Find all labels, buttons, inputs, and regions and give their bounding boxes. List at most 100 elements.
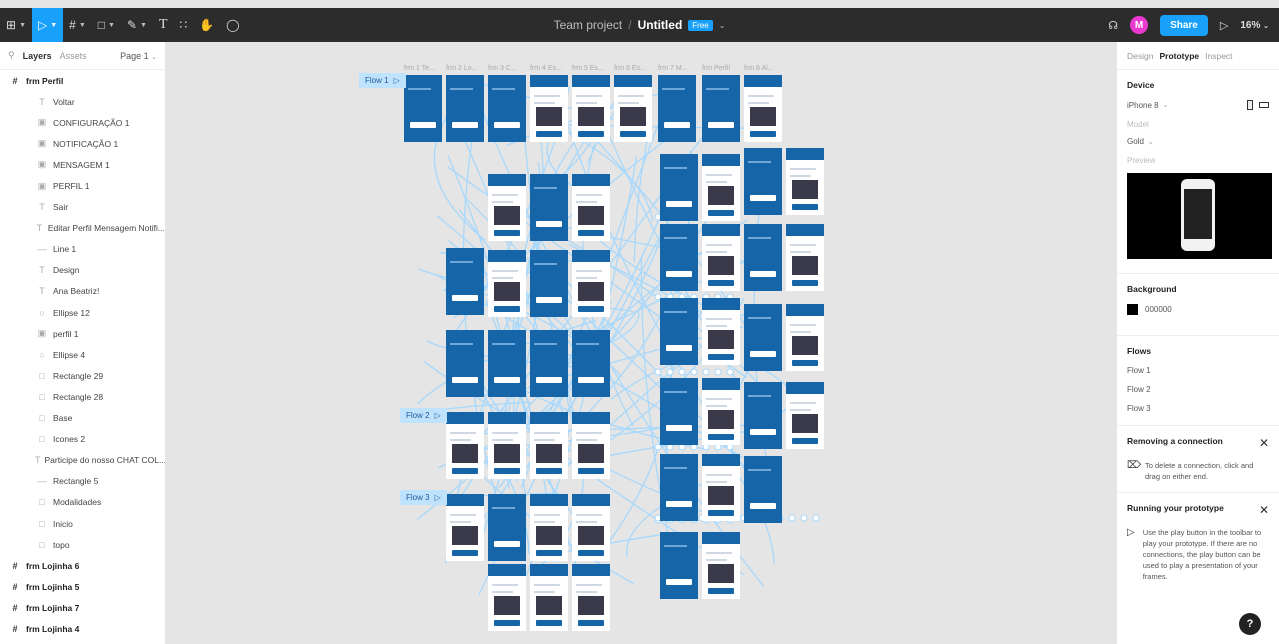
layer-item[interactable]: # frm Lojinha 5 — [0, 576, 165, 597]
layer-item[interactable]: T Design — [0, 260, 165, 281]
prototype-frame[interactable] — [786, 148, 824, 215]
frame-label[interactable]: frm 5 Es... — [572, 65, 604, 72]
prototype-frame[interactable] — [446, 330, 484, 397]
connection-node[interactable] — [666, 368, 674, 376]
tab-prototype[interactable]: Prototype — [1159, 51, 1199, 61]
prototype-frame[interactable] — [488, 250, 526, 317]
search-icon[interactable]: ⚲ — [8, 50, 15, 61]
frame-label[interactable]: frm 7 M... — [658, 65, 688, 72]
prototype-frame[interactable] — [488, 75, 526, 142]
canvas[interactable]: frm 1 Te... frm 2 Lo... frm 3 C... frm 4 Es… — [166, 42, 1116, 644]
layer-item[interactable]: ○ Ellipse 4 — [0, 344, 165, 365]
model-select[interactable]: Gold ⌄ — [1127, 137, 1269, 146]
layer-item[interactable]: — Rectangle 5 — [0, 471, 165, 492]
prototype-frame[interactable] — [572, 412, 610, 479]
layer-item[interactable]: □ topo — [0, 534, 165, 555]
play-icon[interactable]: ▷ — [435, 493, 441, 502]
layer-item[interactable]: ▣ MENSAGEM 1 — [0, 154, 165, 175]
connection-node[interactable] — [812, 514, 820, 522]
prototype-frame[interactable] — [702, 454, 740, 521]
flow-start-2[interactable]: Flow 2 ▷ — [400, 408, 447, 423]
layer-item[interactable]: # frm Lojinha 6 — [0, 555, 165, 576]
prototype-frame[interactable] — [702, 298, 740, 365]
layer-item[interactable]: □ Rectangle 29 — [0, 365, 165, 386]
prototype-frame[interactable] — [702, 154, 740, 221]
tab-layers[interactable]: Layers — [23, 51, 52, 61]
layer-item[interactable]: ▣ CONFIGURAÇÃO 1 — [0, 112, 165, 133]
prototype-frame[interactable] — [446, 248, 484, 315]
layer-item[interactable]: □ Base — [0, 408, 165, 429]
prototype-frame[interactable] — [572, 75, 610, 142]
prototype-frame[interactable] — [660, 298, 698, 365]
zoom-dropdown[interactable]: 16% ⌄ — [1240, 20, 1269, 31]
frame-label[interactable]: frm 6 Es... — [614, 65, 646, 72]
prototype-frame[interactable] — [786, 382, 824, 449]
tab-design[interactable]: Design — [1127, 51, 1153, 61]
prototype-frame[interactable] — [572, 494, 610, 561]
prototype-frame[interactable] — [404, 75, 442, 142]
frame-label[interactable]: frm 2 Lo... — [446, 65, 478, 72]
connection-node[interactable] — [690, 368, 698, 376]
prototype-frame[interactable] — [488, 412, 526, 479]
close-icon[interactable]: ✕ — [1259, 436, 1269, 450]
comment-tool-button[interactable]: ◯ — [220, 8, 245, 42]
headphones-icon[interactable]: ☊ — [1108, 19, 1118, 32]
team-name[interactable]: Team project — [554, 18, 623, 32]
prototype-frame[interactable] — [744, 304, 782, 371]
prototype-frame[interactable] — [530, 174, 568, 241]
flow-start-3[interactable]: Flow 3 ▷ — [400, 490, 447, 505]
connection-node[interactable] — [654, 368, 662, 376]
prototype-frame[interactable] — [658, 75, 696, 142]
prototype-frame[interactable] — [530, 412, 568, 479]
text-tool-button[interactable]: T — [153, 8, 174, 42]
prototype-frame[interactable] — [660, 378, 698, 445]
layer-item[interactable]: T Ana Beatriz! — [0, 281, 165, 302]
prototype-frame[interactable] — [572, 564, 610, 631]
frame-label[interactable]: frm 1 Te... — [404, 65, 435, 72]
share-button[interactable]: Share — [1160, 14, 1208, 36]
prototype-frame[interactable] — [660, 532, 698, 599]
layer-item[interactable]: ▣ NOTIFICAÇÃO 1 — [0, 133, 165, 154]
tab-inspect[interactable]: Inspect — [1205, 51, 1232, 61]
prototype-frame[interactable] — [702, 378, 740, 445]
connection-node[interactable] — [788, 514, 796, 522]
layer-item[interactable]: ▣ perfil 1 — [0, 323, 165, 344]
portrait-icon[interactable] — [1247, 100, 1253, 110]
layer-item[interactable]: # frm Lojinha 7 — [0, 597, 165, 618]
flow-item-2[interactable]: Flow 2 — [1127, 385, 1269, 394]
frame-label[interactable]: frm 3 C... — [488, 65, 517, 72]
file-name[interactable]: Untitled — [638, 18, 683, 32]
frame-label[interactable]: frm Perfil — [702, 65, 730, 72]
layer-item[interactable]: T Sair — [0, 197, 165, 218]
prototype-frame[interactable] — [744, 75, 782, 142]
prototype-frame[interactable] — [572, 250, 610, 317]
prototype-frame[interactable] — [744, 382, 782, 449]
close-icon[interactable]: ✕ — [1259, 503, 1269, 517]
connection-node[interactable] — [714, 368, 722, 376]
landscape-icon[interactable] — [1259, 102, 1269, 108]
flow-item-1[interactable]: Flow 1 — [1127, 366, 1269, 375]
prototype-frame[interactable] — [488, 330, 526, 397]
prototype-frame[interactable] — [488, 494, 526, 561]
prototype-frame[interactable] — [702, 532, 740, 599]
prototype-frame[interactable] — [702, 75, 740, 142]
prototype-frame[interactable] — [446, 412, 484, 479]
connection-node[interactable] — [678, 368, 686, 376]
layer-item[interactable]: T Editar Perfil Mensagem Notifi... — [0, 218, 165, 239]
connection-node[interactable] — [726, 368, 734, 376]
layer-item[interactable]: — Line 1 — [0, 239, 165, 260]
connection-node[interactable] — [800, 514, 808, 522]
prototype-frame[interactable] — [530, 250, 568, 317]
prototype-frame[interactable] — [446, 494, 484, 561]
layer-item[interactable]: T Participe do nosso CHAT COL... — [0, 450, 165, 471]
prototype-frame[interactable] — [744, 224, 782, 291]
layer-item[interactable]: # frm Perfil — [0, 70, 165, 91]
prototype-frame[interactable] — [660, 154, 698, 221]
layer-item[interactable]: # frm Lojinha 4 — [0, 618, 165, 639]
shape-tool-button[interactable]: □ ▼ — [92, 8, 121, 42]
prototype-frame[interactable] — [572, 174, 610, 241]
prototype-frame[interactable] — [660, 454, 698, 521]
layer-item[interactable]: ○ Ellipse 12 — [0, 302, 165, 323]
prototype-frame[interactable] — [702, 224, 740, 291]
prototype-frame[interactable] — [614, 75, 652, 142]
